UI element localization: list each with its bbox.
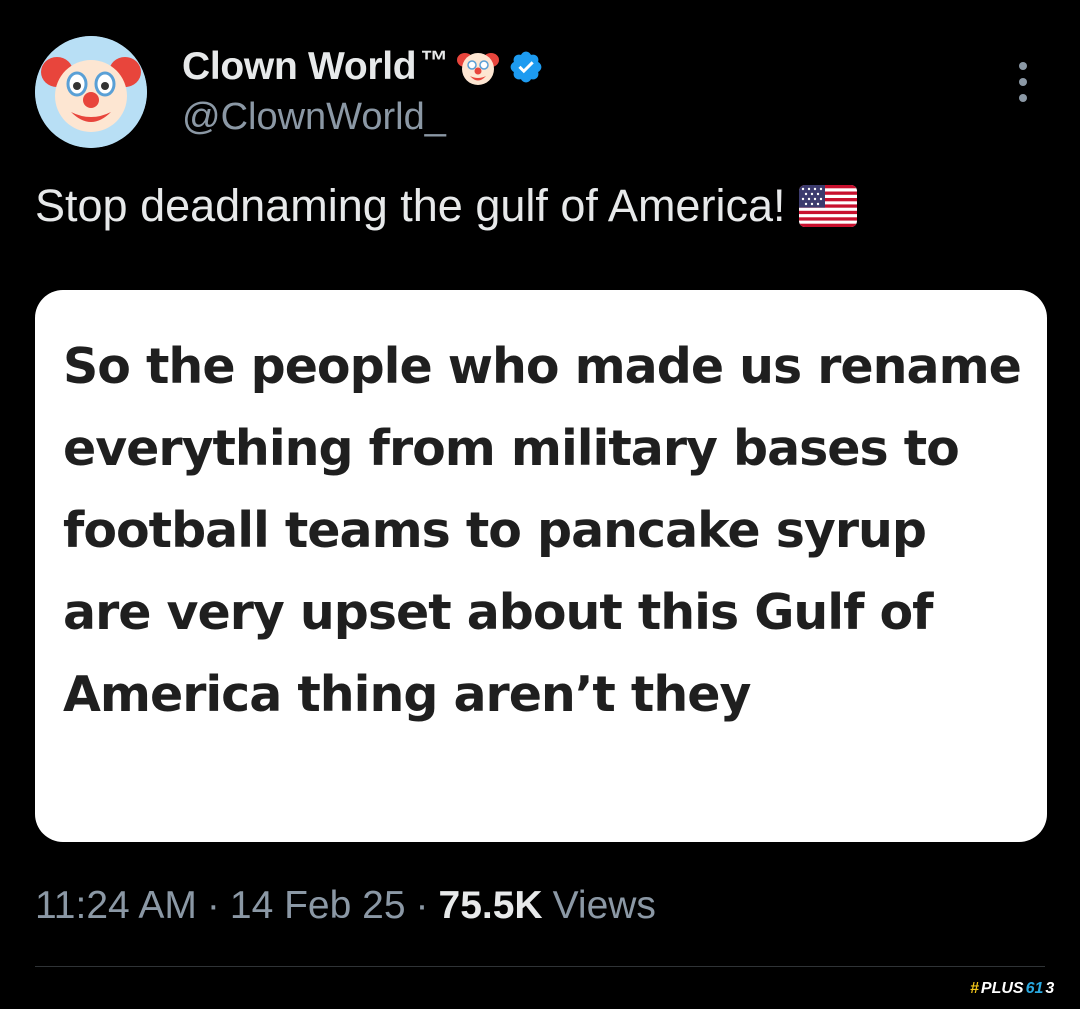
trademark-symbol: ™: [420, 45, 449, 76]
clown-face-icon: [35, 36, 147, 148]
avatar[interactable]: [35, 36, 147, 148]
views-label: Views: [552, 884, 656, 927]
tweet-text: Stop deadnaming the gulf of America!: [35, 180, 858, 232]
meta-separator: ·: [415, 884, 429, 927]
tweet-time[interactable]: 11:24 AM: [35, 884, 197, 928]
us-flag-icon: [799, 185, 858, 227]
verified-badge-icon[interactable]: [508, 49, 544, 85]
author-display-name[interactable]: Clown World: [182, 45, 417, 89]
author-handle[interactable]: @ClownWorld_: [182, 96, 446, 139]
watermark-logo: # PLUS 61 3: [970, 976, 1054, 1002]
watermark-number: 61: [1025, 980, 1044, 997]
views-count: 75.5K: [438, 884, 543, 927]
author-name-row[interactable]: Clown World ™: [182, 42, 544, 92]
clown-emoji-icon: [457, 53, 500, 85]
tweet-body: Stop deadnaming the gulf of America!: [35, 180, 786, 231]
tweet-date[interactable]: 14 Feb 25: [230, 884, 406, 928]
watermark-hash: #: [970, 980, 979, 997]
divider: [35, 966, 1045, 967]
watermark-number-suffix: 3: [1045, 980, 1055, 997]
media-caption-text: So the people who made us rename everyth…: [63, 338, 1022, 723]
tweet-metadata: 11:24 AM · 14 Feb 25 · 75.5K Views: [35, 884, 656, 928]
media-image[interactable]: So the people who made us rename everyth…: [35, 290, 1047, 842]
meta-separator: ·: [206, 884, 220, 927]
watermark-name: PLUS: [980, 980, 1024, 997]
more-options-icon[interactable]: [1008, 62, 1038, 102]
